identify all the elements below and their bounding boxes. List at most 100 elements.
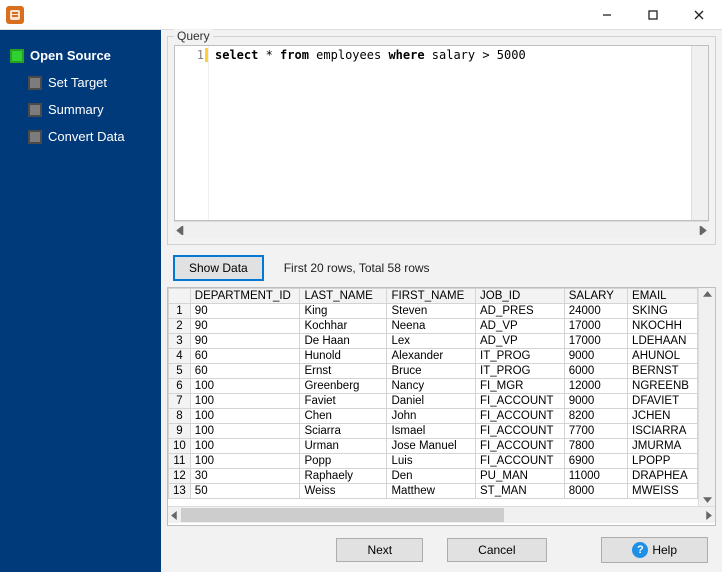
column-header[interactable]: EMAIL: [628, 289, 698, 304]
cell[interactable]: 90: [190, 334, 300, 349]
cell[interactable]: Chen: [300, 409, 387, 424]
cell[interactable]: De Haan: [300, 334, 387, 349]
table-row[interactable]: 10100UrmanJose ManuelFI_ACCOUNT7800JMURM…: [169, 439, 698, 454]
cell[interactable]: Daniel: [387, 394, 476, 409]
table-row[interactable]: 190KingStevenAD_PRES24000SKING: [169, 304, 698, 319]
cell[interactable]: ST_MAN: [476, 484, 565, 499]
cell[interactable]: Matthew: [387, 484, 476, 499]
next-button[interactable]: Next: [336, 538, 423, 562]
editor-vscroll[interactable]: [691, 46, 708, 220]
cell[interactable]: AD_VP: [476, 334, 565, 349]
cell[interactable]: Den: [387, 469, 476, 484]
cell[interactable]: 9000: [564, 394, 627, 409]
cell[interactable]: FI_ACCOUNT: [476, 424, 565, 439]
grid-hscroll[interactable]: [168, 506, 715, 523]
cell[interactable]: 11000: [564, 469, 627, 484]
show-data-button[interactable]: Show Data: [173, 255, 264, 281]
cell[interactable]: 60: [190, 349, 300, 364]
cell[interactable]: Weiss: [300, 484, 387, 499]
cell[interactable]: 24000: [564, 304, 627, 319]
cell[interactable]: Jose Manuel: [387, 439, 476, 454]
cell[interactable]: John: [387, 409, 476, 424]
cell[interactable]: Kochhar: [300, 319, 387, 334]
table-row[interactable]: 6100GreenbergNancyFI_MGR12000NGREENB: [169, 379, 698, 394]
table-row[interactable]: 8100ChenJohnFI_ACCOUNT8200JCHEN: [169, 409, 698, 424]
cell[interactable]: 9000: [564, 349, 627, 364]
cell[interactable]: 90: [190, 319, 300, 334]
table-row[interactable]: 460HunoldAlexanderIT_PROG9000AHUNOL: [169, 349, 698, 364]
cell[interactable]: LDEHAAN: [628, 334, 698, 349]
cell[interactable]: 100: [190, 424, 300, 439]
cell[interactable]: 8000: [564, 484, 627, 499]
cell[interactable]: Ernst: [300, 364, 387, 379]
close-button[interactable]: [676, 0, 722, 30]
cell[interactable]: 100: [190, 379, 300, 394]
cell[interactable]: 17000: [564, 319, 627, 334]
table-row[interactable]: 290KochharNeenaAD_VP17000NKOCHH: [169, 319, 698, 334]
cell[interactable]: 90: [190, 304, 300, 319]
grid-vscroll[interactable]: [698, 288, 715, 506]
cell[interactable]: Hunold: [300, 349, 387, 364]
cell[interactable]: Popp: [300, 454, 387, 469]
cell[interactable]: SKING: [628, 304, 698, 319]
cell[interactable]: AD_PRES: [476, 304, 565, 319]
cell[interactable]: 100: [190, 454, 300, 469]
cell[interactable]: 6900: [564, 454, 627, 469]
results-grid[interactable]: DEPARTMENT_IDLAST_NAMEFIRST_NAMEJOB_IDSA…: [167, 287, 716, 526]
help-button[interactable]: ? Help: [601, 537, 708, 563]
cell[interactable]: IT_PROG: [476, 364, 565, 379]
cell[interactable]: 60: [190, 364, 300, 379]
table-row[interactable]: 9100SciarraIsmaelFI_ACCOUNT7700ISCIARRA: [169, 424, 698, 439]
editor-hscroll[interactable]: [174, 221, 709, 238]
cell[interactable]: 6000: [564, 364, 627, 379]
table-row[interactable]: 1230RaphaelyDenPU_MAN11000DRAPHEA: [169, 469, 698, 484]
cell[interactable]: LPOPP: [628, 454, 698, 469]
cell[interactable]: Lex: [387, 334, 476, 349]
table-row[interactable]: 11100PoppLuisFI_ACCOUNT6900LPOPP: [169, 454, 698, 469]
cell[interactable]: Nancy: [387, 379, 476, 394]
column-header[interactable]: SALARY: [564, 289, 627, 304]
query-editor[interactable]: 1 select * from employees where salary >…: [174, 45, 709, 221]
cell[interactable]: Faviet: [300, 394, 387, 409]
minimize-button[interactable]: [584, 0, 630, 30]
cell[interactable]: Sciarra: [300, 424, 387, 439]
cell[interactable]: JCHEN: [628, 409, 698, 424]
table-row[interactable]: 390De HaanLexAD_VP17000LDEHAAN: [169, 334, 698, 349]
cell[interactable]: 7700: [564, 424, 627, 439]
cell[interactable]: Neena: [387, 319, 476, 334]
cell[interactable]: IT_PROG: [476, 349, 565, 364]
table-row[interactable]: 1350WeissMatthewST_MAN8000MWEISS: [169, 484, 698, 499]
cell[interactable]: BERNST: [628, 364, 698, 379]
rownum-header[interactable]: [169, 289, 191, 304]
cell[interactable]: JMURMA: [628, 439, 698, 454]
hscroll-thumb[interactable]: [181, 508, 504, 522]
cell[interactable]: DRAPHEA: [628, 469, 698, 484]
table-row[interactable]: 560ErnstBruceIT_PROG6000BERNST: [169, 364, 698, 379]
cell[interactable]: 30: [190, 469, 300, 484]
cell[interactable]: NGREENB: [628, 379, 698, 394]
sidebar-item-convert-data[interactable]: Convert Data: [18, 123, 161, 150]
cell[interactable]: Alexander: [387, 349, 476, 364]
cell[interactable]: Steven: [387, 304, 476, 319]
cell[interactable]: 50: [190, 484, 300, 499]
cell[interactable]: FI_ACCOUNT: [476, 454, 565, 469]
cell[interactable]: Raphaely: [300, 469, 387, 484]
cell[interactable]: DFAVIET: [628, 394, 698, 409]
cell[interactable]: NKOCHH: [628, 319, 698, 334]
cell[interactable]: Luis: [387, 454, 476, 469]
cell[interactable]: Bruce: [387, 364, 476, 379]
cell[interactable]: 100: [190, 394, 300, 409]
cell[interactable]: Ismael: [387, 424, 476, 439]
cell[interactable]: ISCIARRA: [628, 424, 698, 439]
cell[interactable]: FI_ACCOUNT: [476, 409, 565, 424]
cell[interactable]: King: [300, 304, 387, 319]
sidebar-item-open-source[interactable]: Open Source: [0, 42, 161, 69]
cancel-button[interactable]: Cancel: [447, 538, 546, 562]
cell[interactable]: Greenberg: [300, 379, 387, 394]
sidebar-item-set-target[interactable]: Set Target: [18, 69, 161, 96]
cell[interactable]: FI_ACCOUNT: [476, 439, 565, 454]
cell[interactable]: 12000: [564, 379, 627, 394]
cell[interactable]: FI_ACCOUNT: [476, 394, 565, 409]
sidebar-item-summary[interactable]: Summary: [18, 96, 161, 123]
query-code[interactable]: select * from employees where salary > 5…: [209, 46, 691, 220]
